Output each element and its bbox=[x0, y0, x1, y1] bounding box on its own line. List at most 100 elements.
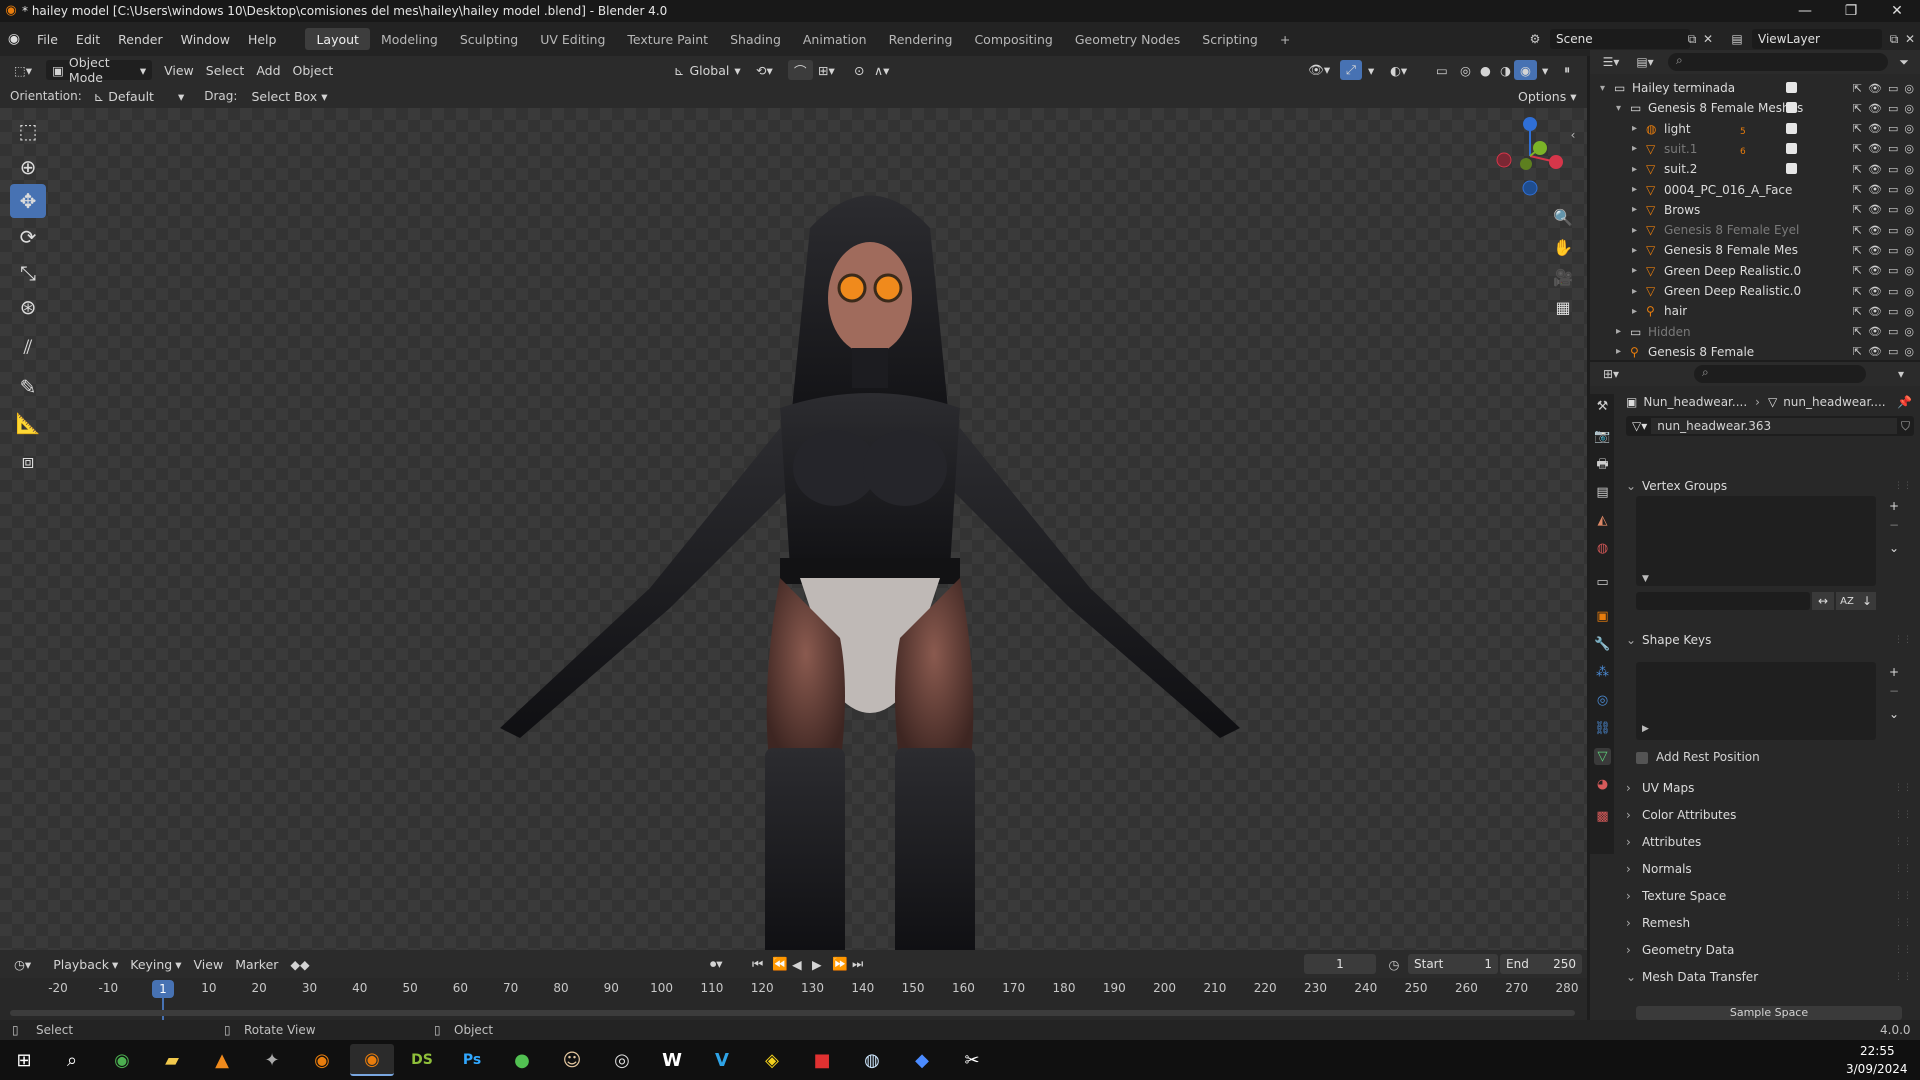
object-mode-dropdown[interactable]: ▣ Object Mode ▾ bbox=[46, 55, 153, 85]
outliner-row[interactable]: ▾ ▭ Genesis 8 Female Meshes ⇱ 👁 ▭ ◎ bbox=[1590, 98, 1920, 118]
shading-dropdown-icon[interactable]: ▾ bbox=[1536, 60, 1554, 80]
outliner-editor-type-icon[interactable]: ☰▾ bbox=[1596, 52, 1626, 72]
vertex-group-specials-icon[interactable]: ⌄ bbox=[1884, 538, 1904, 558]
outliner-search-input[interactable]: ⌕ bbox=[1668, 53, 1888, 71]
outliner-row[interactable]: ▸ ⚲ hair ⇱ 👁 ▭ ◎ bbox=[1590, 301, 1920, 321]
move-tool-icon[interactable]: ✥ bbox=[10, 184, 46, 218]
drag-handle-icon[interactable]: ⋮⋮ bbox=[1894, 972, 1912, 982]
playhead-frame-indicator[interactable]: 1 bbox=[152, 980, 174, 998]
cursor-tool-icon[interactable]: ⊕ bbox=[10, 150, 46, 184]
add-shape-key-button[interactable]: + bbox=[1884, 662, 1904, 682]
disclosure-triangle-icon[interactable]: ▸ bbox=[1632, 184, 1637, 195]
viewport-menu-object[interactable]: Object bbox=[287, 60, 340, 80]
outliner-row[interactable]: ▸ ◍ light 5 ⇱ 👁 ▭ ◎ bbox=[1590, 119, 1920, 139]
menu-window[interactable]: Window bbox=[172, 28, 239, 50]
eye-icon[interactable]: 👁 bbox=[1868, 305, 1882, 318]
orientation-dropdown[interactable]: ⊾ Default ▾ bbox=[88, 86, 190, 106]
disclosure-triangle-icon[interactable]: ▸ bbox=[1616, 346, 1621, 357]
outliner-row[interactable]: ▸ ▽ 0004_PC_016_A_Face ⇱ 👁 ▭ ◎ bbox=[1590, 180, 1920, 200]
disclosure-triangle-icon[interactable]: ▾ bbox=[1600, 83, 1605, 94]
vegas-icon[interactable]: V bbox=[700, 1044, 744, 1076]
eye-icon[interactable]: 👁 bbox=[1868, 183, 1882, 196]
select-arrow-icon[interactable]: ⇱ bbox=[1853, 183, 1862, 196]
rotate-tool-icon[interactable]: ⟳ bbox=[10, 220, 46, 254]
daz-studio-icon[interactable]: DS bbox=[400, 1044, 444, 1076]
expand-filter-icon[interactable]: ▼ bbox=[1642, 574, 1649, 584]
properties-section-header[interactable]: ⌄ Mesh Data Transfer ⋮⋮ bbox=[1626, 965, 1912, 989]
timeline-menu-keying[interactable]: Keying ▾ bbox=[124, 954, 187, 974]
drag-handle-icon[interactable]: ⋮⋮ bbox=[1894, 837, 1912, 847]
timeline-scrollbar[interactable] bbox=[10, 1010, 1575, 1016]
eye-icon[interactable]: 👁 bbox=[1868, 244, 1882, 257]
monitor-icon[interactable]: ▭ bbox=[1888, 264, 1898, 277]
disclosure-triangle-icon[interactable]: ▸ bbox=[1632, 123, 1637, 134]
view-layer-icon[interactable]: ▤ bbox=[1726, 28, 1748, 50]
blender-active-icon[interactable]: ◉ bbox=[350, 1044, 394, 1076]
output-tab-icon[interactable]: 🖶 bbox=[1594, 456, 1611, 473]
timeline-editor-type-icon[interactable]: ◷▾ bbox=[8, 954, 37, 974]
scene-new-icon[interactable]: ⧉ bbox=[1684, 29, 1700, 49]
properties-section-header[interactable]: › Color Attributes ⋮⋮ bbox=[1626, 803, 1912, 827]
eye-icon[interactable]: 👁 bbox=[1868, 325, 1882, 338]
camera-icon[interactable]: ◎ bbox=[1904, 102, 1914, 115]
fake-user-shield-icon[interactable]: ⛉ bbox=[1901, 419, 1910, 434]
camera-icon[interactable]: ◎ bbox=[1904, 244, 1914, 257]
disclosure-triangle-icon[interactable]: ▸ bbox=[1632, 143, 1637, 154]
workspace-tab-shading[interactable]: Shading bbox=[719, 28, 792, 50]
properties-section-header[interactable]: ⌄ Vertex Groups ⋮⋮ bbox=[1626, 474, 1912, 498]
camera-icon[interactable]: ◎ bbox=[1904, 122, 1914, 135]
select-arrow-icon[interactable]: ⇱ bbox=[1853, 203, 1862, 216]
eye-icon[interactable]: 👁 bbox=[1868, 82, 1882, 95]
shape-key-specials-icon[interactable]: ⌄ bbox=[1884, 704, 1904, 724]
timeline-menu-view[interactable]: View bbox=[188, 954, 230, 974]
annotate-pen-tool-icon[interactable]: ✎ bbox=[10, 370, 46, 404]
expand-filter-icon[interactable]: ▶ bbox=[1642, 724, 1649, 734]
collapse-sidebar-icon[interactable]: ‹ bbox=[1566, 128, 1580, 142]
drag-handle-icon[interactable]: ⋮⋮ bbox=[1894, 918, 1912, 928]
close-window-button[interactable]: ✕ bbox=[1874, 0, 1920, 22]
editor-type-icon[interactable]: ⬚▾ bbox=[8, 60, 38, 80]
timeline-menu-playback[interactable]: Playback ▾ bbox=[47, 954, 124, 974]
disclosure-triangle-icon[interactable]: ▸ bbox=[1632, 245, 1637, 256]
properties-section-header[interactable]: ⌄ Shape Keys ⋮⋮ bbox=[1626, 628, 1912, 652]
eye-icon[interactable]: 👁 bbox=[1868, 122, 1882, 135]
properties-search-input[interactable]: ⌕ bbox=[1694, 365, 1866, 383]
outliner-row[interactable]: ▸ ▽ Genesis 8 Female Eyel ⇱ 👁 ▭ ◎ bbox=[1590, 220, 1920, 240]
select-box-tool-icon[interactable]: ⬚ bbox=[10, 114, 46, 148]
eye-icon[interactable]: 👁 bbox=[1868, 224, 1882, 237]
mesh-data-tab-icon[interactable]: ▽ bbox=[1594, 748, 1611, 765]
monitor-icon[interactable]: ▭ bbox=[1888, 142, 1898, 155]
ortho-toggle-icon[interactable]: ▦ bbox=[1550, 294, 1576, 320]
vertex-groups-list[interactable] bbox=[1636, 496, 1876, 586]
workspace-tab-animation[interactable]: Animation bbox=[792, 28, 878, 50]
eye-icon[interactable]: 👁 bbox=[1868, 163, 1882, 176]
obs-icon[interactable]: ◎ bbox=[600, 1044, 644, 1076]
sort-alpha-icon[interactable]: AZ bbox=[1836, 592, 1858, 610]
texture-tab-icon[interactable]: ▩ bbox=[1594, 808, 1611, 825]
camera-icon[interactable]: ◎ bbox=[1904, 183, 1914, 196]
drag-handle-icon[interactable]: ⋮⋮ bbox=[1894, 810, 1912, 820]
properties-section-header[interactable]: › Geometry Data ⋮⋮ bbox=[1626, 938, 1912, 962]
select-arrow-icon[interactable]: ⇱ bbox=[1853, 305, 1862, 318]
word-icon[interactable]: W bbox=[650, 1044, 694, 1076]
select-arrow-icon[interactable]: ⇱ bbox=[1853, 264, 1862, 277]
chrome-icon[interactable]: ◉ bbox=[100, 1044, 144, 1076]
outliner-row[interactable]: ▸ ▽ Green Deep Realistic.0 ⇱ 👁 ▭ ◎ bbox=[1590, 281, 1920, 301]
visibility-icon[interactable]: 👁▾ bbox=[1302, 60, 1336, 80]
camera-icon[interactable]: ◎ bbox=[1904, 325, 1914, 338]
workspace-tab-compositing[interactable]: Compositing bbox=[963, 28, 1063, 50]
falloff-icon[interactable]: ∧▾ bbox=[868, 60, 895, 80]
properties-editor-type-icon[interactable]: ⊞▾ bbox=[1596, 364, 1626, 384]
camera-icon[interactable]: ◎ bbox=[1904, 264, 1914, 277]
add-cube-tool-icon[interactable]: ⧈ bbox=[10, 444, 46, 478]
shape-keys-list[interactable] bbox=[1636, 662, 1876, 740]
drag-handle-icon[interactable]: ⋮⋮ bbox=[1894, 945, 1912, 955]
eye-icon[interactable]: 👁 bbox=[1868, 285, 1882, 298]
xray-icon[interactable]: ▭ bbox=[1430, 60, 1454, 80]
restore-button[interactable]: ❐ bbox=[1828, 0, 1874, 22]
exclude-checkbox[interactable] bbox=[1786, 122, 1797, 134]
properties-section-header[interactable]: › Texture Space ⋮⋮ bbox=[1626, 884, 1912, 908]
current-frame-field[interactable]: 1 bbox=[1304, 954, 1376, 974]
select-arrow-icon[interactable]: ⇱ bbox=[1853, 285, 1862, 298]
select-arrow-icon[interactable]: ⇱ bbox=[1853, 82, 1862, 95]
